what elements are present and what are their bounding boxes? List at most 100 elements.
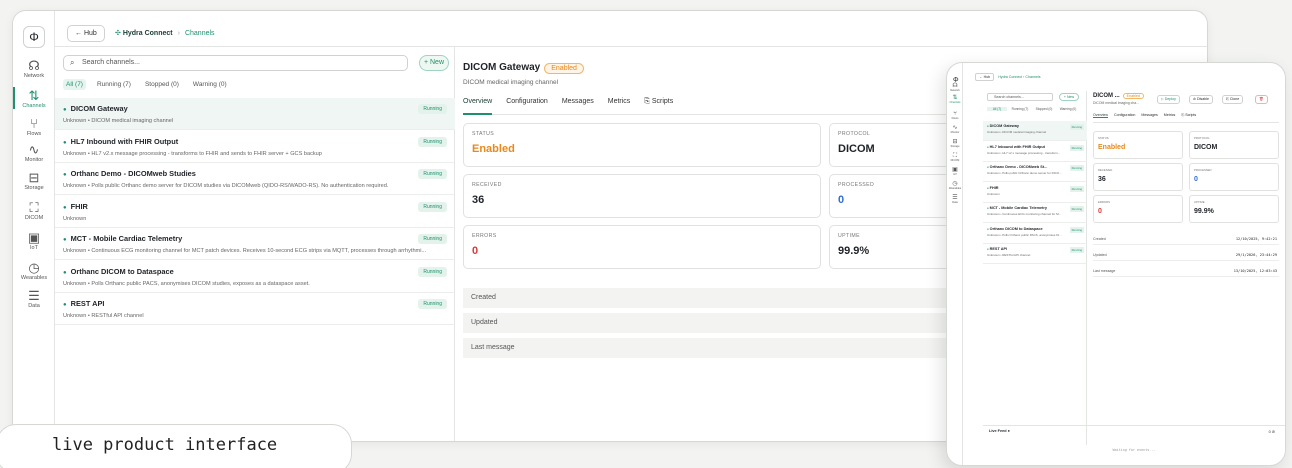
top-bar: ← Hub ✣ Hydra Connect › Channels	[55, 11, 1207, 47]
tablet-tab-overview[interactable]: Overview	[1093, 113, 1108, 118]
tablet-tab-configuration[interactable]: Configuration	[1114, 113, 1135, 117]
tablet-running-badge: Running	[1069, 226, 1084, 233]
tablet-stat-label: PROCESSED	[1194, 168, 1212, 172]
tablet-detail-header: DICOM ... Enabled DICOM medical imaging c…	[1093, 93, 1144, 105]
tablet-channel-item[interactable]: DICOM GatewayUnknown • DICOM medical ima…	[983, 121, 1087, 141]
nav-label: DICOM	[24, 215, 44, 221]
tab-messages[interactable]: Messages	[562, 95, 594, 115]
nav-item-wearables[interactable]: ◷ Wearables	[13, 261, 55, 282]
tablet-hub-button[interactable]: ← Hub	[975, 73, 995, 81]
disable-button[interactable]: ⊘ Disable	[1189, 95, 1213, 104]
tablet-detail-title: DICOM ...	[1093, 93, 1120, 99]
channel-list-item[interactable]: FHIR Unknown Running	[55, 196, 455, 228]
channel-list-item[interactable]: REST API Unknown • RESTful API channel Run…	[55, 293, 455, 325]
tablet-new-button[interactable]: + New	[1059, 93, 1079, 101]
tablet-created-row: Created 12/10/2025, 9:42:21	[1093, 233, 1279, 245]
nav-item-network[interactable]: ☊ Network	[13, 59, 55, 80]
tablet-preview: Φ ☊ Network ⇅ Channels ⑂ Flows ∿ Monitor ⊟ Storag…	[946, 62, 1286, 466]
tablet-channel-item[interactable]: MCT - Mobile Cardiac TelemetryUnknown • …	[983, 203, 1087, 223]
channel-list-item[interactable]: HL7 Inbound with FHIR Output Unknown • HL…	[55, 131, 455, 163]
tablet-stat-label: UPTIME	[1194, 200, 1205, 204]
tablet-filter-all[interactable]: All (7)	[987, 107, 1007, 111]
nav-item-monitor[interactable]: ∿ Monitor	[13, 143, 55, 164]
tablet-detail-subtitle: DICOM medical imaging cha...	[1093, 101, 1139, 105]
tablet-nav-item-iot[interactable]: ▣ IoT	[947, 167, 963, 176]
filter-all[interactable]: All (7)	[63, 79, 86, 90]
filter-warning[interactable]: Warning (0)	[190, 79, 230, 90]
tablet-channel-description: Unknown	[987, 191, 1000, 196]
tablet-nav-item-storage[interactable]: ⊟ Storage	[947, 139, 963, 148]
tablet-stat-card-received: RECEIVED 36	[1093, 163, 1183, 191]
tablet-nav-item-dicom[interactable]: ⛶ DICOM	[947, 153, 963, 162]
tab-scripts[interactable]: ⎘ Scripts	[644, 95, 673, 115]
search-input[interactable]: ⌕ Search channels...	[63, 55, 408, 71]
nav-item-dicom[interactable]: ⛶ DICOM	[13, 201, 55, 222]
nav-item-iot[interactable]: ▣ IoT	[13, 231, 55, 252]
channel-name: FHIR	[63, 202, 447, 211]
app-logo[interactable]: Φ	[23, 26, 45, 48]
tablet-running-badge: Running	[1069, 247, 1084, 253]
tablet-tab-scripts[interactable]: ⎘ Scripts	[1181, 113, 1196, 117]
tablet-channel-item[interactable]: Orthanc Demo - DICOMweb St...Unknown • P…	[983, 162, 1087, 182]
hub-button[interactable]: ← Hub	[67, 25, 105, 42]
status-badge: Enabled	[544, 63, 584, 74]
tab-metrics[interactable]: Metrics	[608, 95, 631, 115]
channel-list-item[interactable]: Orthanc DICOM to Dataspace Unknown • Poll…	[55, 261, 455, 293]
tablet-nav-item-network[interactable]: ☊ Network	[947, 83, 963, 92]
tablet-channel-item[interactable]: REST APIUnknown • RESTful API channelRun…	[983, 244, 1087, 264]
nav-item-data[interactable]: ☰ Data	[13, 289, 55, 310]
tablet-stat-card-processed: PROCESSED 0	[1189, 163, 1279, 191]
tab-configuration[interactable]: Configuration	[506, 95, 548, 115]
stat-card-status: STATUS Enabled	[463, 123, 821, 167]
tablet-stat-card-errors: ERRORS 0	[1093, 195, 1183, 223]
tablet-tab-messages[interactable]: Messages	[1141, 113, 1157, 117]
nav-label: Flows	[26, 131, 42, 137]
tablet-filter-stopped[interactable]: Stopped (0)	[1034, 107, 1054, 111]
tablet-stat-value: 36	[1098, 176, 1106, 183]
filter-running[interactable]: Running (7)	[94, 79, 134, 90]
nav-label: Wearables	[20, 275, 48, 281]
running-badge: Running	[418, 104, 447, 114]
waiting-text: Waiting for events...	[1112, 448, 1156, 452]
tablet-nav-item-data[interactable]: ☰ Data	[947, 195, 963, 204]
search-placeholder: Search channels...	[82, 59, 140, 66]
tablet-nav-label: IoT	[953, 173, 957, 176]
tablet-channel-item[interactable]: Orthanc DICOM to DataspaceUnknown • Poll…	[983, 224, 1087, 244]
tablet-breadcrumb-app[interactable]: Hydra Connect	[998, 75, 1022, 79]
breadcrumb-app[interactable]: Hydra Connect	[123, 30, 173, 37]
tablet-tab-metrics[interactable]: Metrics	[1164, 113, 1176, 117]
tablet-nav-label: Wearables	[948, 187, 962, 190]
channel-name: Orthanc DICOM to Dataspace	[63, 267, 447, 276]
tablet-filter-warning[interactable]: Warning (0)	[1058, 107, 1078, 111]
nav-label: Monitor	[24, 157, 44, 163]
tablet-nav-item-wearables[interactable]: ◷ Wearables	[947, 181, 963, 190]
tablet-channel-item[interactable]: HL7 Inbound with FHIR OutputUnknown • HL…	[983, 142, 1087, 162]
tablet-nav-item-monitor[interactable]: ∿ Monitor	[947, 125, 963, 134]
tablet-filter-running[interactable]: Running (7)	[1010, 107, 1030, 111]
tablet-channel-item[interactable]: FHIRUnknownRunning	[983, 183, 1087, 203]
tablet-breadcrumb-current: Channels	[1025, 75, 1041, 79]
nav-item-channels[interactable]: ⇅ Channels	[13, 87, 55, 110]
tablet-nav-item-flows[interactable]: ⑂ Flows	[947, 111, 963, 120]
tablet-search-input[interactable]: Search channels...	[987, 93, 1053, 101]
tablet-running-badge: Running	[1069, 144, 1084, 151]
channel-list-item[interactable]: Orthanc Demo - DICOMweb Studies Unknown •…	[55, 163, 455, 195]
tablet-nav-item-channels[interactable]: ⇅ Channels	[947, 95, 963, 104]
live-feed-count[interactable]: 0 ⊘	[1269, 429, 1275, 434]
nav-item-storage[interactable]: ⊟ Storage	[13, 171, 55, 192]
tab-overview[interactable]: Overview	[463, 95, 493, 115]
channel-list-item[interactable]: MCT - Mobile Cardiac Telemetry Unknown • …	[55, 228, 455, 260]
deploy-button[interactable]: ▷ Deploy	[1157, 95, 1180, 104]
channel-name: MCT - Mobile Cardiac Telemetry	[63, 234, 447, 243]
clone-button[interactable]: ⎘ Clone	[1222, 95, 1244, 104]
nav-label: Channels	[22, 103, 46, 109]
nav-item-flows[interactable]: ⑂ Flows	[13, 117, 55, 138]
filter-stopped[interactable]: Stopped (0)	[142, 79, 182, 90]
channel-list-item[interactable]: DICOM Gateway Unknown • DICOM medical ima…	[55, 98, 455, 130]
live-feed-title[interactable]: Live Feed ●	[989, 429, 1010, 433]
delete-button[interactable]: 🗑	[1255, 95, 1268, 104]
caption-label: live product interface	[0, 424, 352, 468]
tablet-stat-value: 0	[1098, 208, 1102, 215]
tablet-stat-value: DICOM	[1194, 144, 1218, 151]
new-channel-button[interactable]: + New	[419, 55, 449, 71]
